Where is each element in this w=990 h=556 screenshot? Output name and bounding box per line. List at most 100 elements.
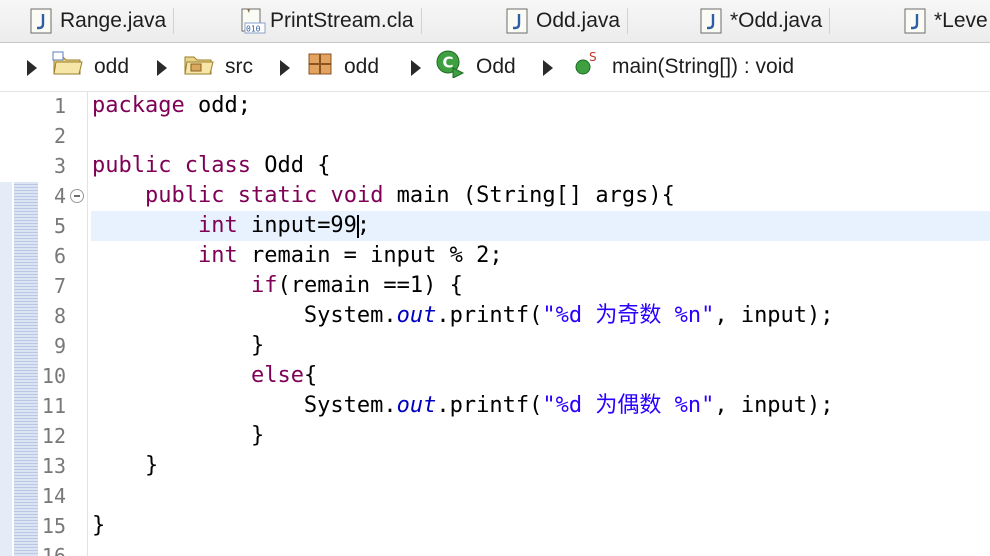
line-number: 13 [41, 454, 66, 478]
line-number: 11 [41, 394, 66, 418]
code-line[interactable]: 15} [0, 511, 990, 541]
code-token: } [92, 513, 106, 538]
code-token: .printf( [436, 303, 543, 328]
tab-label: Range.java [60, 9, 167, 32]
breadcrumb-arrow-icon[interactable] [411, 60, 421, 76]
tab-label: *Leve [934, 9, 988, 32]
breadcrumb-label: Odd [476, 55, 516, 78]
code-line[interactable]: 1 package odd; [0, 91, 990, 121]
keyword-token: public [144, 183, 225, 208]
keyword-token: void [330, 183, 384, 208]
breadcrumb-arrow-icon[interactable] [157, 60, 167, 76]
breadcrumb-item-class[interactable]: C Odd [436, 43, 516, 91]
code-text: public static void main (String[] args){ [92, 181, 675, 211]
code-text: } [92, 511, 105, 541]
code-line[interactable]: 13 } [0, 451, 990, 481]
code-text: System.out.printf("%d 为偶数 %n", input); [92, 391, 834, 421]
line-number: 16 [41, 544, 66, 556]
keyword-token: package [92, 93, 185, 118]
tab-odd-java[interactable]: Odd.java [506, 0, 629, 42]
line-number: 6 [53, 244, 66, 268]
code-line[interactable]: 9 } [0, 331, 990, 361]
code-line[interactable]: 14 [0, 481, 990, 511]
breadcrumb: odd src odd C Odd S main(String[]): voi… [0, 43, 990, 92]
eclipse-editor-window: Range.java 010 PrintStream.cla Odd.java … [0, 0, 990, 556]
text-cursor [356, 215, 359, 238]
code-text: if(remain ==1) { [92, 271, 463, 301]
code-token: } [92, 333, 265, 358]
tab-label: *Odd.java [730, 9, 823, 32]
line-number: 9 [53, 334, 66, 358]
keyword-token: public [92, 153, 172, 178]
svg-text:C: C [443, 54, 454, 72]
project-folder-icon [52, 51, 84, 83]
code-token: Odd { [250, 153, 331, 178]
code-line[interactable]: 7 if(remain ==1) { [0, 271, 990, 301]
breadcrumb-item-src[interactable]: src [183, 43, 253, 91]
line-number: 7 [53, 274, 66, 298]
line-number: 2 [53, 124, 66, 148]
line-number: 4 [53, 184, 66, 208]
string-token: "%d 为奇数 %n" [542, 303, 715, 328]
keyword-token: class [184, 153, 251, 178]
tab-separator [829, 8, 831, 34]
fold-collapse-icon[interactable] [70, 189, 84, 203]
tab-range-java[interactable]: Range.java [30, 0, 175, 42]
tab-separator [627, 8, 629, 34]
java-file-icon [904, 8, 926, 34]
breadcrumb-label: odd [344, 55, 380, 78]
code-line[interactable]: 10 else{ [0, 361, 990, 391]
code-text: else{ [92, 361, 317, 391]
code-token: System. [92, 393, 397, 418]
code-line[interactable]: 6 int remain = input % 2; [0, 241, 990, 271]
code-text: int remain = input % 2; [92, 241, 503, 271]
code-line[interactable]: 4 public static void main (String[] args… [0, 181, 990, 211]
code-text: package odd; [92, 91, 251, 121]
code-line[interactable]: 16 [0, 541, 990, 556]
source-folder-icon [183, 51, 215, 83]
line-number: 1 [53, 94, 66, 118]
code-line[interactable]: 11 System.out.printf("%d 为偶数 %n", input)… [0, 391, 990, 421]
tab-printstream-class[interactable]: 010 PrintStream.cla [240, 0, 422, 42]
code-line[interactable]: 12 } [0, 421, 990, 451]
code-line[interactable]: 5 int input=99; [0, 211, 990, 241]
code-line[interactable]: 3 public class Odd { [0, 151, 990, 181]
field-token: out [396, 393, 437, 418]
tab-odd-java-modified[interactable]: *Odd.java [700, 0, 831, 42]
code-line[interactable]: 2 [0, 121, 990, 151]
code-token: { [303, 363, 318, 388]
field-token: out [396, 303, 437, 328]
svg-text:S: S [589, 51, 597, 64]
breadcrumb-item-project[interactable]: odd [52, 43, 129, 91]
code-token: (remain ==1) { [277, 273, 463, 298]
code-token: , input); [714, 393, 834, 418]
tab-label: Odd.java [536, 9, 621, 32]
class-icon: C [436, 50, 466, 84]
breadcrumb-arrow-icon[interactable] [543, 60, 553, 76]
breadcrumb-item-package[interactable]: odd [306, 43, 379, 91]
code-line[interactable]: 8 System.out.printf("%d 为奇数 %n", input); [0, 301, 990, 331]
code-token: main (String[] args){ [383, 183, 675, 208]
code-token: System. [92, 303, 397, 328]
code-token: , input); [714, 303, 834, 328]
breadcrumb-item-method[interactable]: S main(String[]) : void [574, 43, 794, 91]
keyword-token: static [237, 183, 318, 208]
tab-leve-modified[interactable]: *Leve [904, 0, 988, 42]
keyword-token: else [250, 363, 304, 388]
package-icon [306, 51, 334, 83]
code-editor[interactable]: 1 package odd; 2 3 public class Odd { 4 publi… [0, 92, 990, 556]
code-token: input=99; [237, 213, 371, 238]
line-number: 12 [41, 424, 66, 448]
breadcrumb-arrow-icon[interactable] [280, 60, 290, 76]
code-token: odd; [184, 93, 251, 118]
code-token: } [92, 453, 159, 478]
code-text: } [92, 451, 158, 481]
line-number: 3 [53, 154, 66, 178]
breadcrumb-arrow-icon[interactable] [27, 60, 37, 76]
tab-label: PrintStream.cla [270, 9, 414, 32]
